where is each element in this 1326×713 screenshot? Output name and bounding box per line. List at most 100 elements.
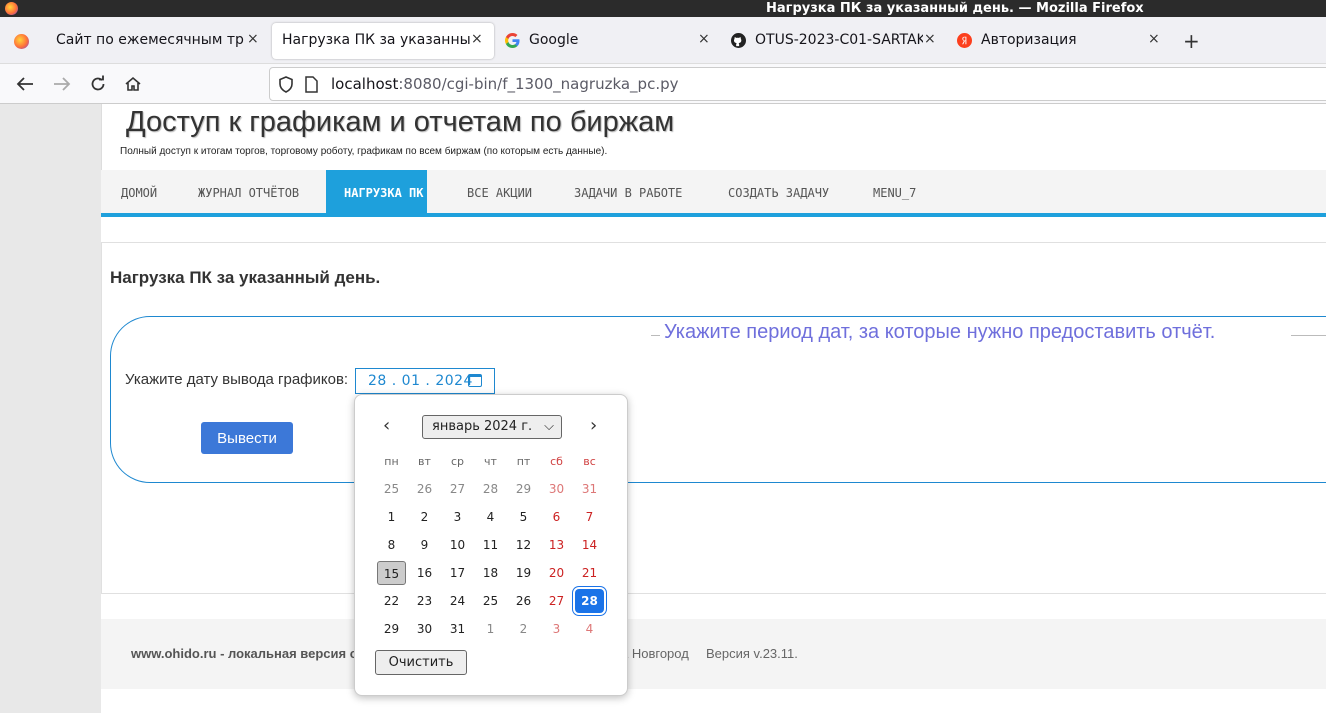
menu-item-tasks-in-progress[interactable]: ЗАДАЧИ В РАБОТЕ [554,170,702,217]
fieldset-legend: Укажите период дат, за которые нужно пре… [660,321,1220,344]
forward-arrow-icon[interactable] [53,76,71,92]
home-icon[interactable] [124,75,142,93]
calendar-day[interactable]: 13 [542,533,571,557]
url-host: localhost [331,75,399,93]
weekday-header: ср [450,455,465,468]
calendar-day[interactable]: 28 [575,589,604,613]
calendar-day[interactable]: 26 [410,477,439,501]
calendar-day[interactable]: 30 [542,477,571,501]
github-icon [731,33,746,48]
submit-button[interactable]: Вывести [201,422,293,454]
reload-icon[interactable] [89,75,107,93]
menu-item-home[interactable]: ДОМОЙ [101,170,177,217]
new-tab-button[interactable]: + [1183,29,1200,53]
calendar-day[interactable]: 25 [377,477,406,501]
calendar-day[interactable]: 31 [443,617,472,641]
calendar-day[interactable]: 4 [476,505,505,529]
calendar-day[interactable]: 9 [410,533,439,557]
date-value: 28 . 01 . 2024 [368,373,473,389]
menu-item-menu-7[interactable]: MENU_7 [853,170,936,217]
calendar-day[interactable]: 19 [509,561,538,585]
calendar-day[interactable]: 21 [575,561,604,585]
calendar-day[interactable]: 29 [509,477,538,501]
legend-divider [1291,335,1326,336]
close-icon[interactable]: × [924,31,936,47]
tab-monthly-site[interactable]: Сайт по ежемесячным тра × [46,23,270,59]
next-month-button[interactable]: › [590,415,597,436]
calendar-day[interactable]: 16 [410,561,439,585]
date-input[interactable]: 28 . 01 . 2024 [355,368,495,394]
back-arrow-icon[interactable] [16,76,34,92]
previous-month-button[interactable]: ‹ [383,415,390,436]
calendar-day[interactable]: 10 [443,533,472,557]
calendar-day[interactable]: 6 [542,505,571,529]
calendar-day[interactable]: 12 [509,533,538,557]
calendar-day[interactable]: 2 [410,505,439,529]
calendar-icon[interactable] [468,374,482,387]
calendar-day[interactable]: 15 [377,561,406,585]
calendar-day[interactable]: 11 [476,533,505,557]
close-icon[interactable]: × [247,31,259,47]
calendar-day[interactable]: 24 [443,589,472,613]
calendar-day[interactable]: 2 [509,617,538,641]
date-picker-popup: ‹ январь 2024 г. ⌵ › пн вт ср чт пт сб вс 25 26… [354,394,628,696]
calendar-day[interactable]: 1 [377,505,406,529]
weekday-header: вт [418,455,431,468]
footer-version: Версия v.23.11. [706,646,798,661]
shield-icon[interactable] [278,76,294,93]
tab-auth[interactable]: Авторизация × [949,23,1171,59]
url-bar[interactable]: localhost:8080/cgi-bin/f_1300_nagruzka_p… [269,67,1326,101]
close-icon[interactable]: × [698,31,710,47]
calendar-day[interactable]: 30 [410,617,439,641]
menu-item-create-task[interactable]: СОЗДАТЬ ЗАДАЧУ [708,170,849,217]
calendar-day[interactable]: 3 [443,505,472,529]
calendar-day[interactable]: 22 [377,589,406,613]
weekday-header: вс [583,455,596,468]
weekday-header: пн [384,455,399,468]
close-icon[interactable]: × [471,31,483,47]
calendar-day[interactable]: 4 [575,617,604,641]
calendar-day[interactable]: 27 [542,589,571,613]
calendar-day[interactable]: 14 [575,533,604,557]
calendar-day[interactable]: 8 [377,533,406,557]
calendar-day[interactable]: 31 [575,477,604,501]
menu-item-all-stocks[interactable]: ВСЕ АКЦИИ [447,170,552,217]
calendar-day[interactable]: 18 [476,561,505,585]
menu-item-pc-load[interactable]: НАГРУЗКА ПК [326,170,427,217]
calendar-day[interactable]: 29 [377,617,406,641]
calendar-day[interactable]: 26 [509,589,538,613]
calendar-day[interactable]: 20 [542,561,571,585]
calendar-day[interactable]: 1 [476,617,505,641]
menu-item-reports-journal[interactable]: ЖУРНАЛ ОТЧЁТОВ [178,170,319,217]
site-footer: www.ohido.ru - локальная версия са а Нов… [101,619,1326,689]
firefox-view-icon[interactable] [14,34,29,49]
url-text: localhost:8080/cgi-bin/f_1300_nagruzka_p… [331,68,679,100]
calendar-day[interactable]: 3 [542,617,571,641]
url-path: :8080/cgi-bin/f_1300_nagruzka_pc.py [398,75,679,93]
calendar-day[interactable]: 23 [410,589,439,613]
calendar-day[interactable]: 25 [476,589,505,613]
window-title: Нагрузка ПК за указанный день. — Mozilla… [766,1,1144,16]
footer-site-text: www.ohido.ru - локальная версия са [131,646,365,661]
tab-label: Google [529,32,579,48]
calendar-day[interactable]: 5 [509,505,538,529]
footer-city-text: а Новгород [621,646,689,661]
date-fieldset: Укажите период дат, за которые нужно пре… [110,316,1326,483]
tab-google[interactable]: Google × [497,23,721,59]
clear-button[interactable]: Очистить [375,650,467,675]
tab-github[interactable]: OTUS-2023-C01-SARTAKO × [723,23,947,59]
calendar-day[interactable]: 17 [443,561,472,585]
calendar-day[interactable]: 27 [443,477,472,501]
site-subtitle: Полный доступ к итогам торгов, торговому… [120,146,608,157]
tab-nagruzka-pc[interactable]: Нагрузка ПК за указанный × [272,23,494,59]
calendar-day[interactable]: 28 [476,477,505,501]
month-select[interactable]: январь 2024 г. ⌵ [422,415,562,439]
calendar-day[interactable]: 7 [575,505,604,529]
left-gutter [0,104,101,713]
close-icon[interactable]: × [1148,31,1160,47]
navigation-toolbar: localhost:8080/cgi-bin/f_1300_nagruzka_p… [0,64,1326,104]
weekday-header: сб [550,455,563,468]
site-header: Доступ к графикам и отчетам по биржам По… [101,104,1326,170]
chevron-down-icon: ⌵ [544,419,554,434]
page-icon[interactable] [304,76,318,93]
